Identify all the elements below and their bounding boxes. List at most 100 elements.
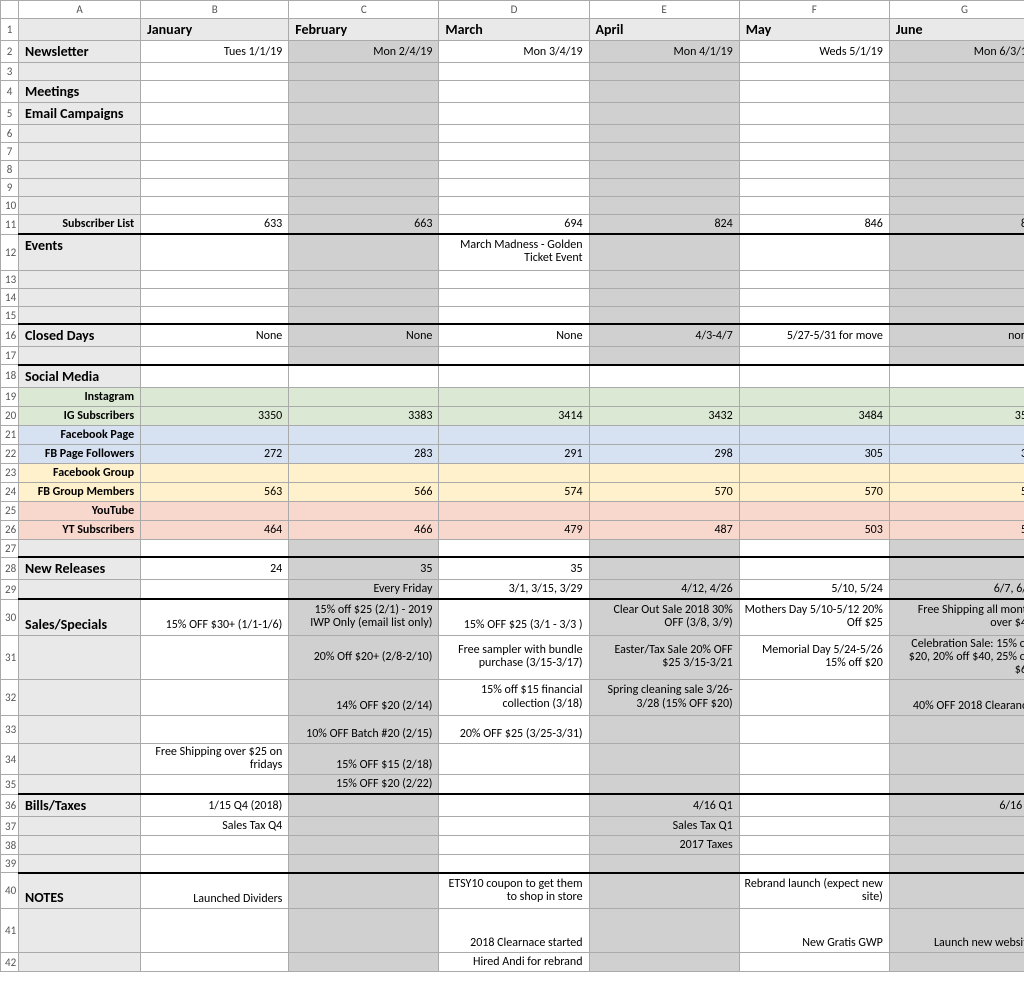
cell[interactable] xyxy=(739,539,889,557)
cell[interactable]: 352 xyxy=(889,406,1024,425)
row-31[interactable]: 31 xyxy=(1,635,19,680)
cell[interactable]: 87 xyxy=(889,215,1024,235)
cell[interactable] xyxy=(19,635,141,680)
cell[interactable]: None xyxy=(439,324,589,347)
cell[interactable]: 15% OFF $20 (2/22) xyxy=(289,775,439,795)
cell[interactable] xyxy=(889,161,1024,179)
cell[interactable] xyxy=(889,836,1024,855)
cell[interactable]: 40% OFF 2018 Clearance xyxy=(889,680,1024,716)
cell[interactable] xyxy=(889,425,1024,444)
cell[interactable] xyxy=(889,744,1024,775)
cell[interactable]: 3414 xyxy=(439,406,589,425)
cell[interactable] xyxy=(439,501,589,520)
cell[interactable]: None xyxy=(141,324,289,347)
row-16[interactable]: 16 xyxy=(1,324,19,347)
row-38[interactable]: 38 xyxy=(1,836,19,855)
cell[interactable]: Sales Tax Q1 xyxy=(589,817,739,836)
cell[interactable] xyxy=(439,836,589,855)
label-ig-subscribers[interactable]: IG Subscribers xyxy=(19,406,141,425)
row-13[interactable]: 13 xyxy=(1,270,19,288)
cell[interactable] xyxy=(141,125,289,143)
cell[interactable] xyxy=(739,306,889,324)
cell[interactable]: 15% OFF $25 (3/1 - 3/3 ) xyxy=(439,599,589,635)
row-5[interactable]: 5 xyxy=(1,103,19,125)
cell[interactable] xyxy=(19,817,141,836)
row-37[interactable]: 37 xyxy=(1,817,19,836)
cell[interactable] xyxy=(141,425,289,444)
cell[interactable] xyxy=(141,347,289,365)
row-42[interactable]: 42 xyxy=(1,953,19,972)
cell[interactable]: Sales Tax Q4 xyxy=(141,817,289,836)
cell[interactable] xyxy=(739,775,889,795)
cell[interactable] xyxy=(589,197,739,215)
cell[interactable] xyxy=(589,539,739,557)
cell[interactable]: Free Shipping all month over $40 xyxy=(889,599,1024,635)
cell[interactable] xyxy=(289,270,439,288)
cell[interactable] xyxy=(889,539,1024,557)
row-6[interactable]: 6 xyxy=(1,125,19,143)
cell[interactable] xyxy=(289,794,439,817)
row-2[interactable]: 2 xyxy=(1,41,19,63)
cell[interactable] xyxy=(19,19,141,41)
cell[interactable] xyxy=(889,463,1024,482)
cell[interactable]: 35 xyxy=(439,557,589,580)
cell[interactable]: 14% OFF $20 (2/14) xyxy=(289,680,439,716)
cell[interactable] xyxy=(739,744,889,775)
cell[interactable]: Mon 6/3/19 xyxy=(889,41,1024,63)
cell[interactable]: 570 xyxy=(739,482,889,501)
row-35[interactable]: 35 xyxy=(1,775,19,795)
cell[interactable] xyxy=(19,179,141,197)
cell[interactable] xyxy=(589,463,739,482)
cell[interactable] xyxy=(289,63,439,81)
cell[interactable] xyxy=(739,716,889,744)
row-14[interactable]: 14 xyxy=(1,288,19,306)
cell[interactable]: None xyxy=(289,324,439,347)
row-21[interactable]: 21 xyxy=(1,425,19,444)
cell[interactable] xyxy=(141,161,289,179)
grid[interactable]: A B C D E F G 1 January February March A… xyxy=(0,0,1024,972)
row-36[interactable]: 36 xyxy=(1,794,19,817)
cell[interactable] xyxy=(589,365,739,388)
cell[interactable] xyxy=(589,953,739,972)
cell[interactable] xyxy=(19,855,141,873)
cell[interactable] xyxy=(739,425,889,444)
cell[interactable] xyxy=(289,161,439,179)
cell[interactable] xyxy=(889,270,1024,288)
cell[interactable] xyxy=(739,855,889,873)
label-email-campaigns[interactable]: Email Campaigns xyxy=(19,103,141,125)
cell[interactable] xyxy=(439,143,589,161)
cell[interactable]: Mon 3/4/19 xyxy=(439,41,589,63)
cell[interactable] xyxy=(889,557,1024,580)
cell[interactable]: 283 xyxy=(289,444,439,463)
cell[interactable]: 3383 xyxy=(289,406,439,425)
cell[interactable] xyxy=(141,81,289,103)
cell[interactable] xyxy=(19,143,141,161)
cell[interactable] xyxy=(739,387,889,406)
cell[interactable] xyxy=(289,425,439,444)
cell[interactable] xyxy=(19,836,141,855)
cell[interactable]: 4/3-4/7 xyxy=(589,324,739,347)
label-closed-days[interactable]: Closed Days xyxy=(19,324,141,347)
label-instagram[interactable]: Instagram xyxy=(19,387,141,406)
cell[interactable] xyxy=(889,873,1024,909)
cell[interactable] xyxy=(589,179,739,197)
cell[interactable] xyxy=(19,716,141,744)
cell[interactable] xyxy=(289,836,439,855)
row-28[interactable]: 28 xyxy=(1,557,19,580)
col-D[interactable]: D xyxy=(439,1,589,19)
cell[interactable] xyxy=(141,270,289,288)
cell[interactable]: 3/1, 3/15, 3/29 xyxy=(439,580,589,600)
col-G[interactable]: G xyxy=(889,1,1024,19)
row-7[interactable]: 7 xyxy=(1,143,19,161)
cell[interactable] xyxy=(19,63,141,81)
cell[interactable] xyxy=(141,143,289,161)
cell[interactable]: 20% Off $20+ (2/8-2/10) xyxy=(289,635,439,680)
cell[interactable]: Free Shipping over $25 on fridays xyxy=(141,744,289,775)
cell[interactable]: 15% off $25 (2/1) - 2019 IWP Only (email… xyxy=(289,599,439,635)
row-30[interactable]: 30 xyxy=(1,599,19,635)
cell[interactable] xyxy=(589,63,739,81)
cell[interactable] xyxy=(439,288,589,306)
cell[interactable]: 20% OFF $25 (3/25-3/31) xyxy=(439,716,589,744)
row-11[interactable]: 11 xyxy=(1,215,19,235)
cell[interactable] xyxy=(19,680,141,716)
